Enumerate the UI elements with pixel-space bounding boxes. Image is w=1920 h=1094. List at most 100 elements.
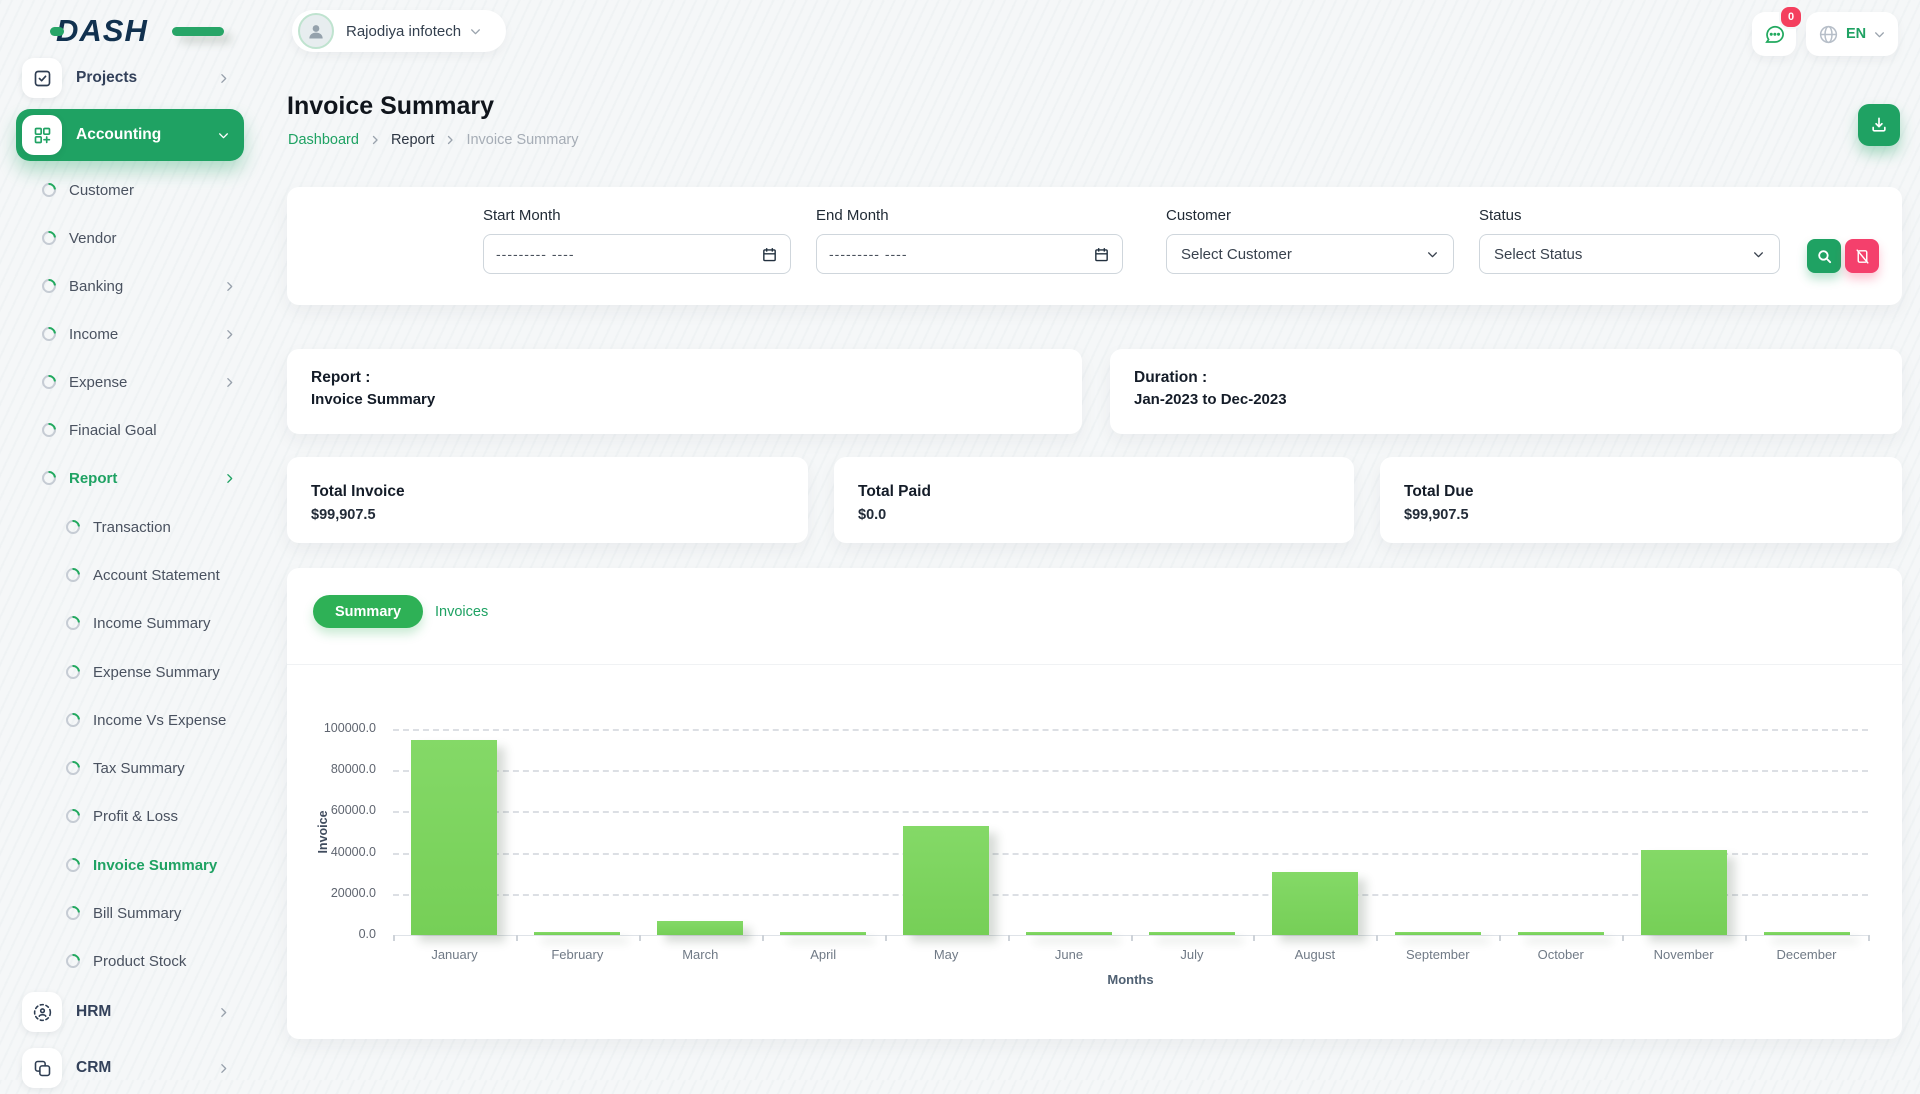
bar-october xyxy=(1518,932,1604,935)
chevron-down-icon xyxy=(217,129,230,142)
sidebar-item-label: Income xyxy=(69,326,118,343)
sidebar-item-label: HRM xyxy=(76,1003,111,1021)
y-tick-label: 0.0 xyxy=(296,927,376,941)
calendar-icon xyxy=(761,246,778,263)
sidebar-item-crm[interactable]: CRM xyxy=(16,1042,244,1094)
bullet-icon xyxy=(63,806,83,826)
end-month-label: End Month xyxy=(816,207,889,224)
sidebar-item-label: Income Summary xyxy=(93,615,211,632)
breadcrumb-report[interactable]: Report xyxy=(391,132,435,148)
sidebar-item-finacial-goal[interactable]: Finacial Goal xyxy=(16,404,244,456)
x-axis-tick xyxy=(762,935,764,941)
logo-wordmark: DASH xyxy=(56,13,148,48)
search-icon xyxy=(1816,248,1833,265)
y-tick-label: 60000.0 xyxy=(296,803,376,817)
accounting-icon xyxy=(22,115,62,155)
x-tick-label: January xyxy=(393,947,516,962)
sidebar-item-product-stock[interactable]: Product Stock xyxy=(16,935,244,987)
x-tick-label: November xyxy=(1622,947,1745,962)
sidebar-item-label: Banking xyxy=(69,278,123,295)
sidebar-item-tax-summary[interactable]: Tax Summary xyxy=(16,742,244,794)
breadcrumb-current: Invoice Summary xyxy=(466,132,578,148)
bullet-icon xyxy=(63,613,83,633)
chevron-down-icon xyxy=(1873,28,1886,41)
bullet-icon xyxy=(39,276,59,296)
sidebar-item-label: Profit & Loss xyxy=(93,808,178,825)
total-paid-card: Total Paid $0.0 xyxy=(834,457,1354,543)
x-axis-tick xyxy=(639,935,641,941)
stat-value: $99,907.5 xyxy=(1404,507,1469,523)
x-tick-label: February xyxy=(516,947,639,962)
sidebar-item-label: Finacial Goal xyxy=(69,422,157,439)
sidebar-item-profit-loss[interactable]: Profit & Loss xyxy=(16,790,244,842)
x-axis-tick xyxy=(1499,935,1501,941)
status-select[interactable]: Select Status xyxy=(1479,234,1780,274)
chevron-right-icon xyxy=(217,72,230,85)
x-axis-tick xyxy=(1008,935,1010,941)
sidebar-item-account-statement[interactable]: Account Statement xyxy=(16,549,244,601)
brand-logo[interactable]: DASH xyxy=(56,12,206,50)
chevron-down-icon xyxy=(1426,248,1439,261)
download-button[interactable] xyxy=(1858,104,1900,146)
sidebar-item-label: Bill Summary xyxy=(93,905,181,922)
start-month-input[interactable]: --------- ---- xyxy=(483,234,791,274)
page-title: Invoice Summary xyxy=(287,92,494,121)
sidebar-item-income-summary[interactable]: Income Summary xyxy=(16,597,244,649)
chevron-right-icon xyxy=(369,134,381,146)
stat-label: Total Due xyxy=(1404,483,1473,501)
sidebar-item-customer[interactable]: Customer xyxy=(16,164,244,216)
bullet-icon xyxy=(63,951,83,971)
reset-filter-button[interactable] xyxy=(1845,239,1879,273)
bullet-icon xyxy=(39,180,59,200)
sidebar-item-transaction[interactable]: Transaction xyxy=(16,501,244,553)
sidebar-item-report[interactable]: Report xyxy=(16,452,244,504)
sidebar-item-vendor[interactable]: Vendor xyxy=(16,212,244,264)
sidebar-item-invoice-summary[interactable]: Invoice Summary xyxy=(16,839,244,891)
bullet-icon xyxy=(39,228,59,248)
sidebar-item-accounting[interactable]: Accounting xyxy=(16,109,244,161)
sidebar-item-bill-summary[interactable]: Bill Summary xyxy=(16,887,244,939)
sidebar-item-label: Report xyxy=(69,470,117,487)
sidebar-item-hrm[interactable]: HRM xyxy=(16,986,244,1038)
sidebar-item-projects[interactable]: Projects xyxy=(16,52,244,104)
breadcrumb-dashboard[interactable]: Dashboard xyxy=(288,132,359,148)
sidebar-item-label: Expense Summary xyxy=(93,664,220,681)
sidebar-item-income[interactable]: Income xyxy=(16,308,244,360)
messages-button[interactable]: 0 xyxy=(1752,12,1796,56)
bullet-icon xyxy=(63,662,83,682)
apply-filter-button[interactable] xyxy=(1807,239,1841,273)
x-axis-tick xyxy=(1131,935,1133,941)
sidebar-item-expense[interactable]: Expense xyxy=(16,356,244,408)
x-axis-tick xyxy=(1622,935,1624,941)
bar-july xyxy=(1149,932,1235,935)
sidebar-item-label: Income Vs Expense xyxy=(93,712,226,729)
report-value: Invoice Summary xyxy=(311,391,435,408)
clear-filter-icon xyxy=(1854,248,1871,265)
y-tick-label: 80000.0 xyxy=(296,762,376,776)
bar-june xyxy=(1026,932,1112,935)
sidebar-item-banking[interactable]: Banking xyxy=(16,260,244,312)
end-month-input[interactable]: --------- ---- xyxy=(816,234,1123,274)
bullet-icon xyxy=(39,420,59,440)
chevron-down-icon xyxy=(469,25,482,38)
bar-december xyxy=(1764,932,1850,935)
logo-dash-icon xyxy=(172,27,224,36)
company-switcher[interactable]: Rajodiya infotech xyxy=(292,10,506,52)
start-month-label: Start Month xyxy=(483,207,561,224)
duration-value: Jan-2023 to Dec-2023 xyxy=(1134,391,1287,408)
sidebar-item-expense-summary[interactable]: Expense Summary xyxy=(16,646,244,698)
customer-select[interactable]: Select Customer xyxy=(1166,234,1454,274)
sidebar-item-label: Customer xyxy=(69,182,134,199)
projects-icon xyxy=(22,58,62,98)
total-due-card: Total Due $99,907.5 xyxy=(1380,457,1902,543)
gridline xyxy=(393,770,1868,772)
customer-label: Customer xyxy=(1166,207,1231,224)
bar-january xyxy=(411,740,497,935)
sidebar-item-label: Projects xyxy=(76,69,137,87)
breadcrumb: Dashboard Report Invoice Summary xyxy=(288,132,578,148)
x-axis-tick xyxy=(885,935,887,941)
language-selector[interactable]: EN xyxy=(1806,12,1898,56)
bullet-icon xyxy=(39,468,59,488)
x-tick-label: June xyxy=(1008,947,1131,962)
sidebar-item-income-vs-expense[interactable]: Income Vs Expense xyxy=(16,694,244,746)
